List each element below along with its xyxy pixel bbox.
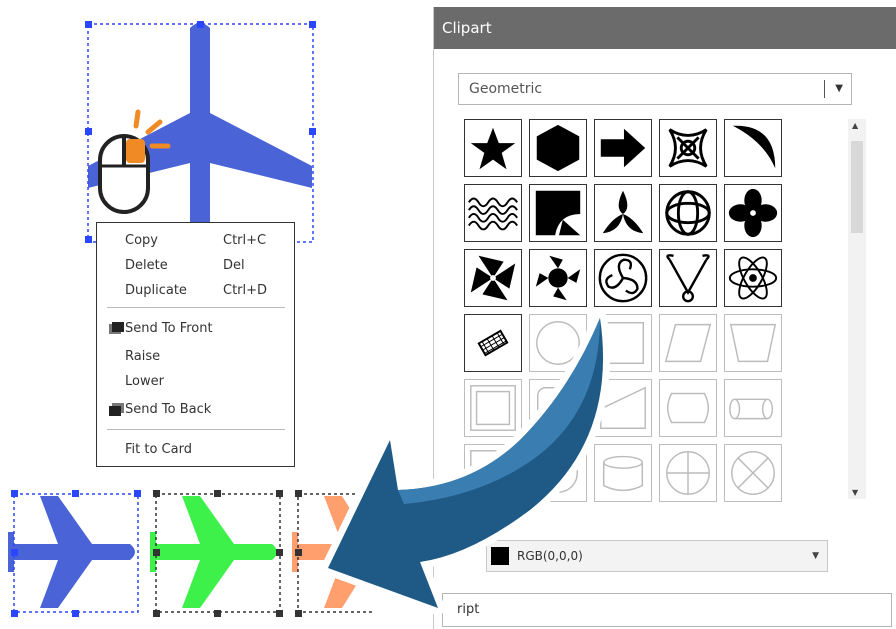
selection-handle[interactable] (276, 549, 283, 556)
menu-item-duplicate[interactable]: Duplicate (125, 283, 187, 298)
trefoil-icon[interactable] (594, 184, 652, 242)
crescent-moon-icon[interactable] (724, 119, 782, 177)
celtic-knot-icon[interactable] (659, 184, 717, 242)
selection-handle[interactable] (85, 236, 92, 243)
scrollbar-thumb[interactable] (851, 141, 863, 233)
selection-handle[interactable] (153, 610, 160, 617)
swirl-star-icon[interactable] (529, 249, 587, 307)
send-to-back-icon (109, 403, 124, 416)
menu-item-send-to-back[interactable]: Send To Back (125, 402, 211, 417)
selection-handle[interactable] (85, 21, 92, 28)
category-value: Geometric (469, 81, 543, 97)
triskelion-icon[interactable] (594, 249, 652, 307)
selection-handle[interactable] (11, 490, 18, 497)
send-to-front-icon (109, 322, 124, 334)
ornament-icon[interactable] (659, 119, 717, 177)
selection-handle[interactable] (134, 490, 141, 497)
panel-title: Clipart (434, 7, 896, 49)
hexagon-icon[interactable] (529, 119, 587, 177)
curved-arrow-icon (321, 311, 611, 615)
selection-handle[interactable] (72, 610, 79, 617)
selection-handle[interactable] (11, 549, 18, 556)
chevron-down-icon[interactable]: ▼ (812, 541, 819, 571)
selection-handle[interactable] (153, 490, 160, 497)
selection-handle[interactable] (276, 490, 283, 497)
star-icon[interactable] (464, 119, 522, 177)
cylinder-outline-icon[interactable] (724, 379, 782, 437)
chevron-down-icon[interactable]: ▼ (835, 74, 843, 104)
selection-handle[interactable] (72, 490, 79, 497)
selection-handle[interactable] (214, 610, 221, 617)
parallelogram-outline-icon[interactable] (659, 314, 717, 372)
selection-handle[interactable] (153, 549, 160, 556)
scroll-down-icon[interactable]: ▼ (852, 488, 858, 497)
selection-handle[interactable] (309, 21, 316, 28)
selection-handle[interactable] (197, 21, 204, 28)
shortcut-copy: Ctrl+C (223, 233, 267, 248)
pinwheel-icon[interactable] (464, 249, 522, 307)
dropdown-divider (824, 80, 825, 98)
menu-item-lower[interactable]: Lower (125, 374, 164, 389)
airplane-clipart-blue[interactable] (8, 488, 144, 618)
right-arrow-icon[interactable] (594, 119, 652, 177)
quatrefoil-icon[interactable] (724, 184, 782, 242)
airplane-clipart-green[interactable] (150, 488, 286, 618)
selection-handle[interactable] (309, 128, 316, 135)
menu-item-send-to-front[interactable]: Send To Front (125, 321, 213, 336)
circle-cross-outline-icon[interactable] (659, 444, 717, 502)
menu-separator (107, 307, 285, 308)
barrel-outline-icon[interactable] (659, 379, 717, 437)
trapezoid-outline-icon[interactable] (724, 314, 782, 372)
wave-pattern-icon[interactable] (464, 184, 522, 242)
menu-item-raise[interactable]: Raise (125, 349, 160, 364)
scroll-up-icon[interactable]: ▲ (852, 121, 858, 130)
shortcut-delete: Del (223, 258, 245, 273)
selection-handle[interactable] (11, 610, 18, 617)
menu-item-fit-to-card[interactable]: Fit to Card (125, 442, 192, 457)
folded-shape-icon[interactable] (529, 184, 587, 242)
menu-separator (107, 429, 285, 430)
shortcut-duplicate: Ctrl+D (223, 283, 268, 298)
menu-item-copy[interactable]: Copy (125, 233, 158, 248)
mouse-right-click-icon (98, 109, 171, 214)
selection-handle[interactable] (214, 490, 221, 497)
circle-x-outline-icon[interactable] (724, 444, 782, 502)
menu-item-delete[interactable]: Delete (125, 258, 168, 273)
category-dropdown[interactable]: Geometric ▼ (458, 73, 852, 105)
atom-icon[interactable] (724, 249, 782, 307)
vertical-scrollbar[interactable]: ▲ ▼ (848, 119, 866, 499)
context-menu: Copy Ctrl+C Delete Del Duplicate Ctrl+D … (96, 222, 295, 467)
selection-handle[interactable] (276, 610, 283, 617)
knot-y-icon[interactable] (659, 249, 717, 307)
selection-handle[interactable] (85, 128, 92, 135)
